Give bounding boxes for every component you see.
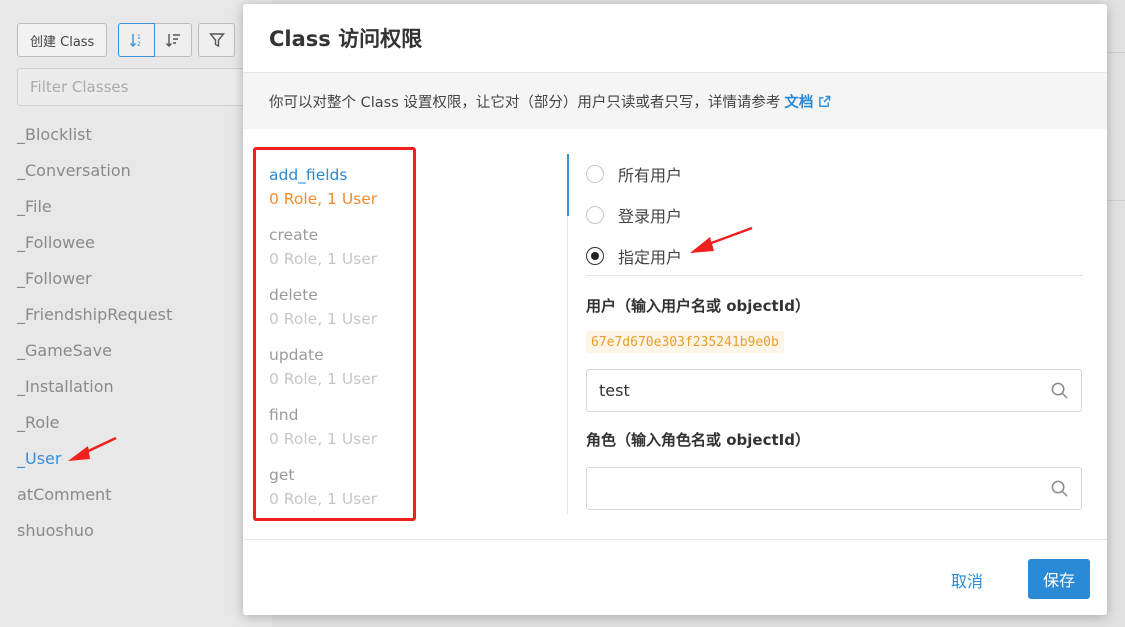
svg-text:2: 2	[137, 41, 141, 48]
radio-option-0[interactable]: 所有用户	[586, 153, 682, 194]
radio-label: 登录用户	[618, 206, 683, 226]
search-icon	[1050, 479, 1069, 498]
svg-text:1: 1	[137, 34, 141, 41]
sidebar-item-blocklist[interactable]: _Blocklist0	[17, 116, 267, 152]
sidebar-toolbar: 创建 Class 12	[17, 23, 236, 57]
role-search-input[interactable]	[586, 467, 1082, 510]
radio-label: 指定用户	[618, 247, 683, 267]
dialog-description: 你可以对整个 Class 设置权限，让它对（部分）用户只读或者只写，详情请参考 …	[243, 72, 1107, 129]
annotation-arrow-icon	[690, 226, 753, 253]
class-name: shuoshuo	[17, 520, 94, 540]
dialog-title: Class 访问权限	[269, 27, 423, 51]
sort-ascending-icon: 12	[129, 34, 141, 48]
sidebar-item-installation[interactable]: _Installation0	[17, 368, 267, 404]
radio-button[interactable]	[586, 205, 604, 224]
filter-button[interactable]	[198, 23, 236, 57]
class-name: _GameSave	[17, 340, 112, 360]
radio-button[interactable]	[586, 164, 604, 183]
save-button[interactable]: 保存	[1028, 559, 1090, 599]
user-input-value: test	[599, 381, 630, 400]
class-name: _File	[17, 196, 52, 216]
class-name: _FriendshipRequest	[17, 304, 173, 324]
filter-icon	[208, 33, 225, 48]
radio-option-1[interactable]: 登录用户	[586, 194, 682, 235]
dialog-footer: 取消 保存	[243, 539, 1107, 615]
permission-name: get	[269, 466, 295, 484]
permission-summary: 0 Role, 1 User	[269, 370, 378, 388]
sidebar-item-shuoshuo[interactable]: shuoshuo0	[17, 512, 267, 548]
annotation-arrow-icon	[68, 436, 117, 461]
permission-name: update	[269, 346, 324, 364]
permission-summary: 0 Role, 1 User	[269, 310, 378, 328]
permission-name: create	[269, 226, 319, 244]
permission-summary: 0 Role, 1 User	[269, 490, 378, 508]
sidebar-item-file[interactable]: _File0	[17, 188, 267, 224]
sidebar-item-conversation[interactable]: _Conversation0	[17, 152, 267, 188]
class-name: _Installation	[17, 376, 114, 396]
cancel-button[interactable]: 取消	[951, 568, 983, 592]
sidebar-item-followee[interactable]: _Followee0	[17, 224, 267, 260]
create-class-button[interactable]: 创建 Class	[17, 23, 108, 57]
class-name: _Follower	[17, 268, 92, 288]
permission-list: add_fields 0 Role, 1 User create 0 Role, 1 …	[253, 147, 416, 521]
class-name: _Conversation	[17, 160, 131, 180]
user-object-id-tag[interactable]: 67e7d670e303f235241b9e0b	[586, 331, 784, 353]
doc-link-text: 文档	[784, 94, 814, 111]
class-name: _Followee	[17, 232, 95, 252]
sidebar-item-gamesave[interactable]: _GameSave0	[17, 332, 267, 368]
sort-desc-button[interactable]	[155, 23, 193, 57]
sidebar-item-user[interactable]: _User1	[17, 440, 267, 476]
class-name: _Blocklist	[17, 124, 92, 144]
search-icon	[1050, 381, 1069, 400]
class-sidebar: 创建 Class 12 Filter Classes _Blocklist0_C…	[0, 0, 272, 627]
class-name: _Role	[17, 412, 60, 432]
permission-summary: 0 Role, 1 User	[269, 190, 378, 208]
permission-name: find	[269, 406, 299, 424]
external-link-icon	[818, 95, 831, 108]
sort-descending-icon	[166, 34, 181, 47]
sidebar-item-role[interactable]: _Role0	[17, 404, 267, 440]
user-search-input[interactable]: test	[586, 369, 1082, 412]
sidebar-item-atcomment[interactable]: atComment0	[17, 476, 267, 512]
permission-item-get[interactable]: get 0 Role, 1 User	[269, 463, 413, 523]
section-divider	[586, 275, 1083, 276]
class-name: _User	[17, 448, 62, 468]
radio-button[interactable]	[586, 246, 604, 265]
user-field-label: 用户（输入用户名或 objectId）	[586, 297, 810, 315]
class-list: _Blocklist0_Conversation0_File0_Followee…	[17, 116, 267, 548]
permission-name: delete	[269, 286, 318, 304]
audience-radio-group: 所有用户登录用户指定用户	[586, 153, 682, 276]
permission-summary: 0 Role, 1 User	[269, 250, 378, 268]
sidebar-item-friendshiprequest[interactable]: _FriendshipRequest0	[17, 296, 267, 332]
sort-asc-button[interactable]: 12	[118, 23, 156, 57]
permission-item-find[interactable]: find 0 Role, 1 User	[269, 403, 413, 463]
description-text: 你可以对整个 Class 设置权限，让它对（部分）用户只读或者只写，详情请参考	[269, 94, 781, 111]
sort-group: 12	[118, 23, 236, 57]
permission-summary: 0 Role, 1 User	[269, 430, 378, 448]
class-name: atComment	[17, 484, 112, 504]
permission-item-add_fields[interactable]: add_fields 0 Role, 1 User	[269, 163, 413, 223]
doc-link[interactable]: 文档	[784, 91, 831, 112]
permission-item-update[interactable]: update 0 Role, 1 User	[269, 343, 413, 403]
filter-classes-input[interactable]: Filter Classes	[17, 68, 257, 106]
permission-item-create[interactable]: create 0 Role, 1 User	[269, 223, 413, 283]
radio-label: 所有用户	[618, 165, 683, 185]
active-indicator	[567, 154, 569, 216]
sidebar-item-follower[interactable]: _Follower0	[17, 260, 267, 296]
background-divider	[1107, 52, 1125, 53]
class-permission-dialog: Class 访问权限 你可以对整个 Class 设置权限，让它对（部分）用户只读…	[243, 4, 1107, 615]
background-divider	[1107, 200, 1125, 201]
role-field-label: 角色（输入角色名或 objectId）	[586, 431, 810, 449]
radio-option-2[interactable]: 指定用户	[586, 235, 682, 276]
permission-name: add_fields	[269, 166, 348, 184]
permission-item-delete[interactable]: delete 0 Role, 1 User	[269, 283, 413, 343]
